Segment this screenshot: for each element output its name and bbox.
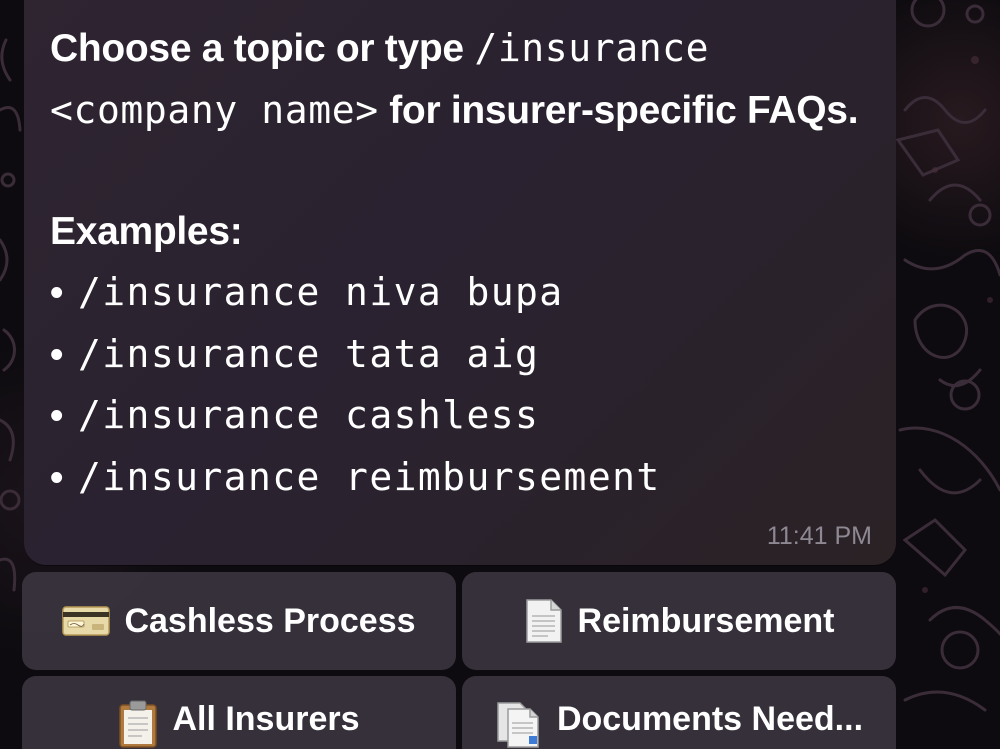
example-command-text[interactable]: /insurance tata aig	[78, 332, 539, 376]
page-facing-up-icon	[524, 598, 564, 644]
message-timestamp: 11:41 PM	[766, 522, 872, 550]
example-command[interactable]: • /insurance cashless	[50, 385, 870, 447]
reimbursement-button[interactable]: Reimbursement	[462, 572, 896, 670]
bullet-icon: •	[50, 333, 65, 376]
examples-heading: Examples:	[50, 209, 243, 253]
example-command-text[interactable]: /insurance niva bupa	[78, 270, 564, 314]
chat-screen: Choose a topic or type /insurance <compa…	[0, 0, 1000, 749]
reimbursement-label: Reimbursement	[577, 601, 835, 640]
clipboard-icon	[118, 700, 158, 748]
documents-needed-label: Documents Need...	[556, 700, 864, 738]
message-text: Choose a topic or type /insurance <compa…	[50, 18, 870, 508]
all-insurers-button[interactable]: All Insurers	[22, 676, 456, 749]
bullet-icon: •	[50, 456, 65, 499]
documents-icon	[495, 700, 543, 748]
documents-needed-button[interactable]: Documents Need...	[462, 676, 896, 749]
example-command[interactable]: • /insurance reimbursement	[50, 447, 870, 509]
bullet-icon: •	[50, 272, 65, 314]
example-command[interactable]: • /insurance niva bupa	[50, 262, 870, 324]
example-command-text[interactable]: /insurance cashless	[78, 393, 539, 437]
credit-card-icon	[62, 604, 111, 638]
intro-text-part-1: Choose a topic or type	[50, 27, 475, 70]
example-command-text[interactable]: /insurance reimbursement	[78, 455, 661, 499]
all-insurers-label: All Insurers	[172, 700, 360, 738]
cashless-process-label: Cashless Process	[124, 601, 416, 640]
intro-text-part-2: for insurer-specific FAQs.	[378, 88, 859, 132]
cashless-process-button[interactable]: Cashless Process	[22, 572, 456, 670]
bullet-icon: •	[50, 395, 65, 437]
example-command[interactable]: • /insurance tata aig	[50, 324, 870, 386]
bot-message-bubble: Choose a topic or type /insurance <compa…	[24, 0, 896, 565]
